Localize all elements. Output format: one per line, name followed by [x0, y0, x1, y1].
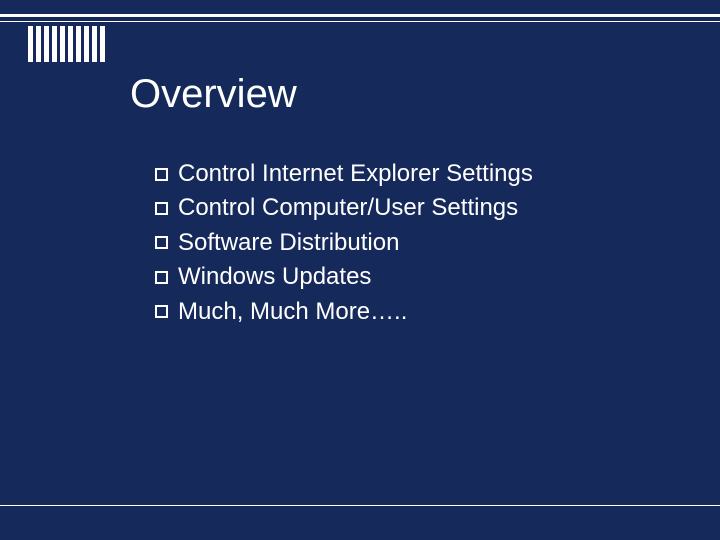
bullet-square-icon: [155, 168, 168, 181]
list-item: Much, Much More…..: [155, 296, 533, 328]
list-item-label: Windows Updates: [178, 261, 371, 293]
list-item: Control Computer/User Settings: [155, 192, 533, 224]
list-item-label: Control Internet Explorer Settings: [178, 158, 533, 190]
bullet-square-icon: [155, 271, 168, 284]
top-decoration: [0, 0, 720, 64]
list-item: Software Distribution: [155, 227, 533, 259]
bullet-list: Control Internet Explorer Settings Contr…: [155, 158, 533, 330]
horizontal-rule-bottom: [0, 505, 720, 506]
slide-title: Overview: [130, 72, 297, 117]
bullet-square-icon: [155, 236, 168, 249]
list-item-label: Software Distribution: [178, 227, 399, 259]
bullet-square-icon: [155, 305, 168, 318]
list-item-label: Control Computer/User Settings: [178, 192, 518, 224]
horizontal-rule-thick: [0, 14, 720, 17]
list-item-label: Much, Much More…..: [178, 296, 407, 328]
horizontal-rule-thin: [0, 21, 720, 22]
bullet-square-icon: [155, 202, 168, 215]
list-item: Control Internet Explorer Settings: [155, 158, 533, 190]
list-item: Windows Updates: [155, 261, 533, 293]
vertical-bars-decoration: [28, 26, 105, 62]
